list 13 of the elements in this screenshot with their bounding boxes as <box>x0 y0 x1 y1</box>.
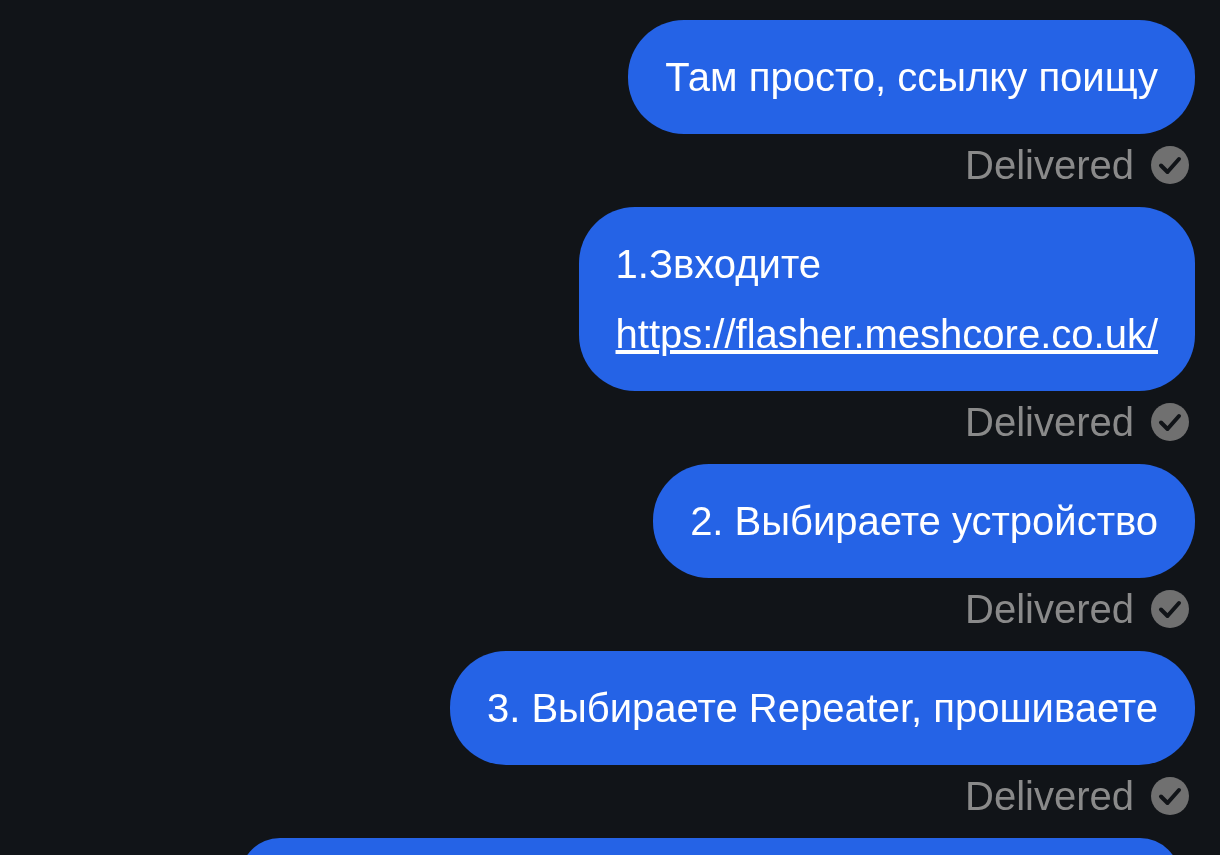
delivery-status: Delivered <box>965 586 1134 633</box>
delivery-status: Delivered <box>965 142 1134 189</box>
delivery-status: Delivered <box>965 399 1134 446</box>
check-icon <box>1150 402 1190 442</box>
check-icon <box>1150 145 1190 185</box>
delivery-status: Delivered <box>965 773 1134 820</box>
check-icon <box>1150 589 1190 629</box>
check-icon <box>1150 776 1190 816</box>
message-text: 2. Выбираете устройство <box>690 498 1158 545</box>
message-text: Там просто, ссылку поищу <box>665 54 1158 101</box>
message-link[interactable]: https://flasher.meshcore.co.uk/ <box>615 299 1158 369</box>
message-text: 1.Звходите <box>615 241 822 288</box>
message-text: 3. Выбираете Repeater, прошиваете <box>486 685 1158 732</box>
